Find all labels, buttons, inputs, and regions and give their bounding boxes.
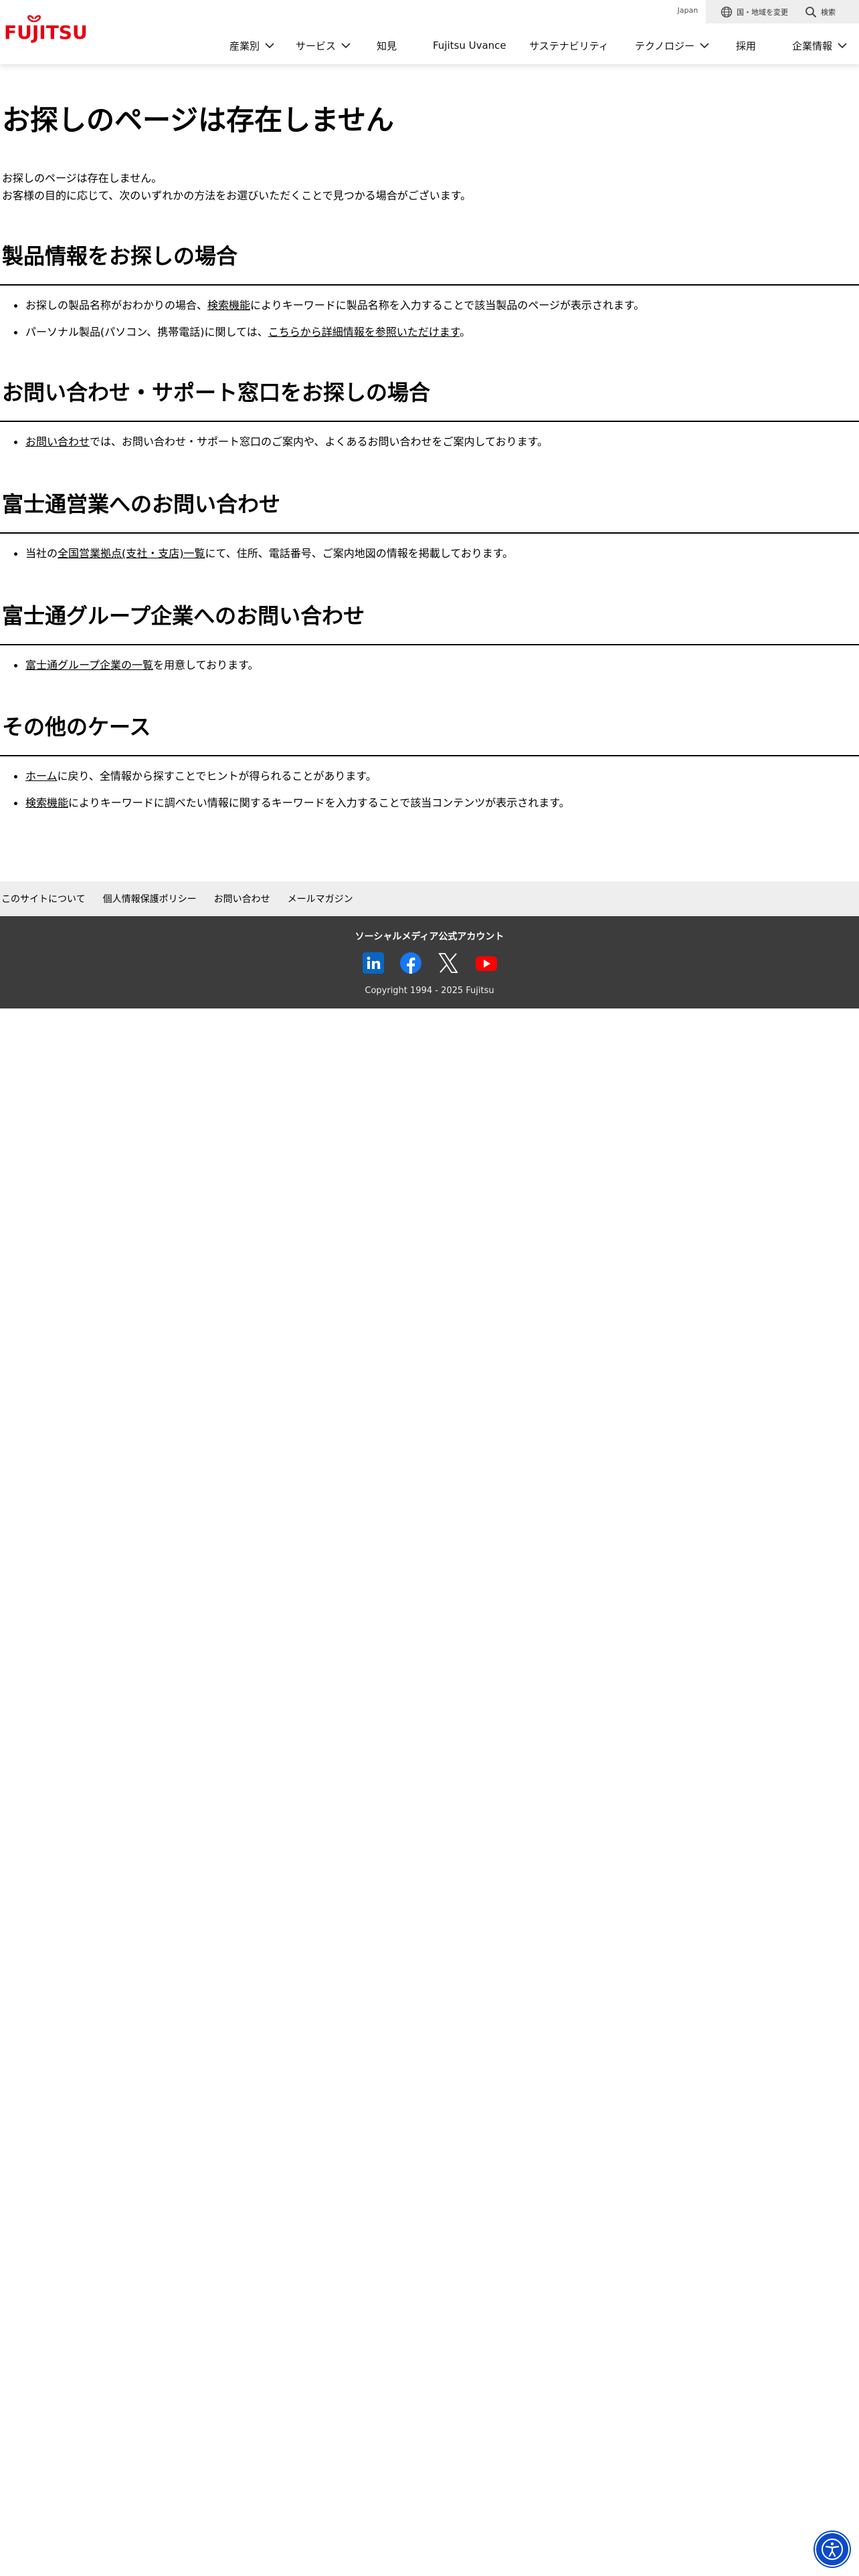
chevron-down-icon <box>700 43 709 49</box>
linkedin-icon[interactable] <box>363 952 384 974</box>
globe-icon <box>721 6 733 17</box>
page-title: お探しのページは存在しません <box>2 104 394 136</box>
search-function-link[interactable]: 検索機能 <box>25 796 68 809</box>
nav-label: 採用 <box>736 39 757 52</box>
section-list-sales: 当社の全国営業拠点(支社・支店)一覧にて、住所、電話番号、ご案内地図の情報を掲載… <box>13 545 513 572</box>
footer-link-privacy[interactable]: 個人情報保護ポリシー <box>103 892 197 905</box>
social-icons <box>360 951 500 975</box>
footer-link-about[interactable]: このサイトについて <box>1 892 86 905</box>
search-function-link[interactable]: 検索機能 <box>207 299 250 312</box>
section-divider <box>0 755 859 756</box>
section-list-other: ホームに戻り、全情報から探すことでヒントが得られることがあります。 検索機能によ… <box>13 768 570 821</box>
section-heading-other: その他のケース <box>2 714 151 740</box>
section-list-products: お探しの製品名称がおわかりの場合、検索機能によりキーワードに製品名称を入力するこ… <box>13 297 644 350</box>
footer-link-newsletter[interactable]: メールマガジン <box>288 892 353 905</box>
nav-item-sustainability[interactable]: サステナビリティ <box>529 33 609 58</box>
nav-item-careers[interactable]: 採用 <box>736 33 756 58</box>
copyright: Copyright 1994 - 2025 Fujitsu <box>365 986 494 996</box>
section-divider <box>0 532 859 534</box>
intro-text: お探しのページは存在しません。 お客様の目的に応じて、次のいずれかの方法をお選び… <box>2 170 471 205</box>
section-list-group: 富士通グループ企業の一覧を用意しております。 <box>13 657 259 683</box>
section-list-support: お問い合わせでは、お問い合わせ・サポート窓口のご案内や、よくあるお問い合わせをご… <box>13 433 548 460</box>
site-header: FUJITSU Japan 国・地域を変更 検索 産業別 サービス 知見 Fuj… <box>0 0 859 64</box>
social-title: ソーシャルメディア公式アカウント <box>355 932 504 942</box>
search-icon <box>805 6 817 17</box>
nav-item-technology[interactable]: テクノロジー <box>635 33 710 58</box>
nav-label: 知見 <box>377 39 397 52</box>
search-button[interactable]: 検索 <box>805 0 836 23</box>
section-heading-sales: 富士通営業へのお問い合わせ <box>2 492 281 517</box>
chevron-down-icon <box>265 43 274 49</box>
accessibility-icon <box>822 2539 843 2560</box>
x-icon[interactable] <box>438 952 459 974</box>
chevron-down-icon <box>341 43 351 49</box>
section-heading-support: お問い合わせ・サポート窓口をお探しの場合 <box>2 380 431 405</box>
list-item: 富士通グループ企業の一覧を用意しております。 <box>13 657 259 683</box>
intro-line: お客様の目的に応じて、次のいずれかの方法をお選びいただくことで見つかる場合がござ… <box>2 189 472 202</box>
region-label: 国・地域を変更 <box>737 7 788 17</box>
home-link[interactable]: ホーム <box>25 770 58 782</box>
sales-offices-link[interactable]: 全国営業拠点(支社・支店)一覧 <box>58 547 205 560</box>
nav-item-industries[interactable]: 産業別 <box>229 33 276 58</box>
facebook-icon[interactable] <box>400 952 421 974</box>
section-heading-products: 製品情報をお探しの場合 <box>2 243 238 269</box>
nav-item-about[interactable]: 企業情報 <box>792 33 848 58</box>
nav-label: サービス <box>296 39 337 52</box>
section-heading-group: 富士通グループ企業へのお問い合わせ <box>2 603 365 629</box>
list-item: 当社の全国営業拠点(支社・支店)一覧にて、住所、電話番号、ご案内地図の情報を掲載… <box>13 545 513 572</box>
section-divider <box>0 421 859 422</box>
contact-link[interactable]: お問い合わせ <box>25 435 90 448</box>
nav-item-insights[interactable]: 知見 <box>377 33 397 58</box>
utility-bar: 国・地域を変更 検索 <box>706 0 859 23</box>
list-item: パーソナル製品(パソコン、携帯電話)に関しては、こちらから詳細情報を参照いただけ… <box>13 324 644 350</box>
list-item: お探しの製品名称がおわかりの場合、検索機能によりキーワードに製品名称を入力するこ… <box>13 297 644 324</box>
country-label: Japan <box>677 6 698 15</box>
nav-label: 企業情報 <box>792 39 833 52</box>
main-nav: 産業別 サービス 知見 Fujitsu Uvance サステナビリティ テクノロ… <box>0 33 859 58</box>
nav-label: テクノロジー <box>635 39 695 52</box>
footer-social: ソーシャルメディア公式アカウント Copyright 1994 - 2025 F… <box>0 916 859 1008</box>
nav-label: サステナビリティ <box>529 39 609 52</box>
nav-label: 産業別 <box>229 39 260 52</box>
youtube-icon[interactable] <box>475 952 498 974</box>
personal-products-link[interactable]: こちらから詳細情報を参照いただけます <box>268 326 460 338</box>
region-selector[interactable]: 国・地域を変更 <box>721 0 788 23</box>
section-divider <box>0 284 859 286</box>
list-item: ホームに戻り、全情報から探すことでヒントが得られることがあります。 <box>13 768 570 794</box>
footer-links: このサイトについて 個人情報保護ポリシー お問い合わせ メールマガジン <box>0 881 859 916</box>
intro-line: お探しのページは存在しません。 <box>2 172 163 185</box>
list-item: お問い合わせでは、お問い合わせ・サポート窓口のご案内や、よくあるお問い合わせをご… <box>13 433 548 460</box>
group-companies-link[interactable]: 富士通グループ企業の一覧 <box>25 659 153 671</box>
nav-item-services[interactable]: サービス <box>296 33 352 58</box>
footer-link-contact[interactable]: お問い合わせ <box>214 892 270 905</box>
accessibility-button[interactable] <box>815 2532 850 2567</box>
chevron-down-icon <box>838 43 847 49</box>
section-divider <box>0 644 859 645</box>
nav-label: Fujitsu Uvance <box>433 39 506 51</box>
search-label: 検索 <box>821 7 836 17</box>
nav-item-uvance[interactable]: Fujitsu Uvance <box>433 33 506 58</box>
list-item: 検索機能によりキーワードに調べたい情報に関するキーワードを入力することで該当コン… <box>13 794 570 821</box>
